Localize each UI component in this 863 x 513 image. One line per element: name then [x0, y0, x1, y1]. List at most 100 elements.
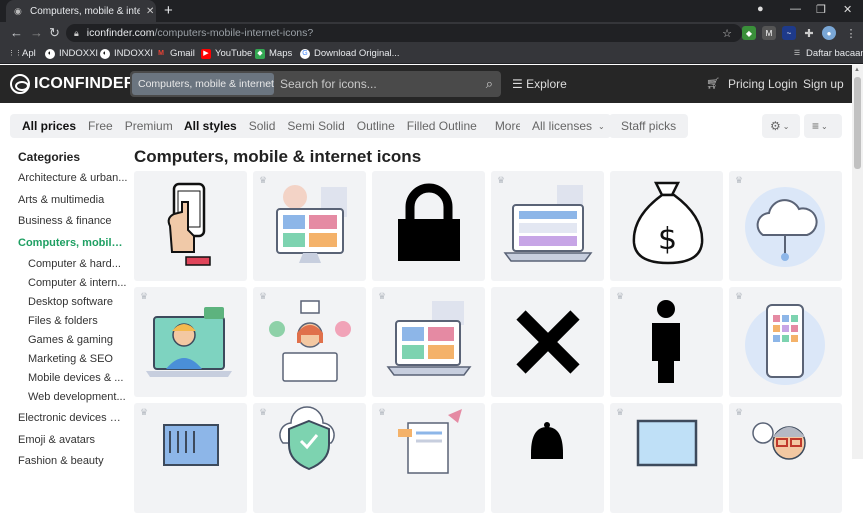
back-icon[interactable]: ← [10, 25, 23, 40]
profile-menu-icon[interactable]: ● [757, 3, 764, 15]
iconfinder-logo[interactable]: ICONFINDER [10, 74, 136, 94]
subcategory-item[interactable]: Desktop software [18, 296, 128, 315]
settings-dropdown[interactable]: ⚙ ⌄ [762, 114, 800, 138]
browser-toolbar: ← → ↻ 🔒︎ iconfinder.com /computers-mobil… [0, 22, 863, 44]
icon-tile[interactable] [372, 171, 485, 281]
category-item[interactable]: Business & finance [18, 215, 128, 237]
icon-tile[interactable] [491, 403, 604, 513]
category-select[interactable]: Computers, mobile & internet▾ [132, 73, 274, 95]
icon-tile[interactable] [134, 171, 247, 281]
subcategory-item[interactable]: Marketing & SEO [18, 353, 128, 372]
tab-close-icon[interactable]: ✕ [146, 6, 154, 17]
filter-premium[interactable]: Premium [125, 119, 173, 133]
icon-tile[interactable]: ♛ [372, 403, 485, 513]
bookmark-apps[interactable]: ⋮⋮ Apl [8, 48, 36, 59]
profile-avatar-icon[interactable]: ● [822, 26, 836, 40]
minimize-icon[interactable]: — [790, 3, 801, 15]
filter-free[interactable]: Free [88, 119, 113, 133]
address-bar[interactable]: 🔒︎ iconfinder.com /computers-mobile-inte… [66, 24, 742, 42]
icon-tile[interactable]: ♛ [134, 287, 247, 397]
logo-eye-icon [10, 74, 30, 94]
browser-tab[interactable]: ◉ Computers, mobile & internet ic ✕ [6, 0, 156, 22]
icon-tile[interactable] [491, 287, 604, 397]
filter-filled-outline[interactable]: Filled Outline [407, 119, 477, 133]
pricing-link[interactable]: Pricing [728, 77, 765, 91]
icon-tile[interactable]: ♛ [372, 287, 485, 397]
login-link[interactable]: Login [768, 77, 797, 91]
scroll-up-icon[interactable]: ▲ [854, 67, 860, 73]
icon-tile[interactable]: ♛ [729, 171, 842, 281]
filter-semi-solid[interactable]: Semi Solid [287, 119, 344, 133]
subcategory-item[interactable]: Computer & hard... [18, 258, 128, 277]
subcategory-item[interactable]: Mobile devices & ... [18, 372, 128, 391]
filter-solid[interactable]: Solid [249, 119, 276, 133]
icon-tile[interactable]: ♛ [253, 403, 366, 513]
icon-tile[interactable]: ♛ [729, 403, 842, 513]
filter-all-styles[interactable]: All styles [184, 119, 237, 133]
reload-icon[interactable]: ↻ [49, 25, 60, 41]
subcategory-item[interactable]: Games & gaming [18, 334, 128, 353]
subcategory-item[interactable]: Files & folders [18, 315, 128, 334]
forward-icon[interactable]: → [30, 25, 43, 40]
desktop-monitor-icon [276, 185, 347, 263]
category-item[interactable]: Emoji & avatars [18, 434, 128, 456]
bookmark-youtube[interactable]: ▶ YouTube [201, 48, 252, 59]
avatar-glasses-icon [752, 422, 806, 460]
icon-tile[interactable]: $ [610, 171, 723, 281]
icon-tile[interactable]: ♛ [610, 287, 723, 397]
lock-icon: 🔒︎ [74, 27, 79, 38]
category-item[interactable]: Fashion & beauty [18, 455, 128, 477]
bookmark-download[interactable]: G Download Original... [300, 48, 400, 59]
tab-title: Computers, mobile & internet ic [30, 5, 140, 17]
search-input[interactable] [280, 74, 470, 94]
bookmarks-bar: ⋮⋮ Apl ◐ INDOXXI ◐ INDOXXI M Gmail ▶ YouTube … [0, 44, 863, 64]
bookmark-star-icon[interactable]: ☆ [722, 27, 732, 40]
apps-grid-icon: ⋮⋮ [8, 49, 22, 57]
browser-tab-bar: ◉ Computers, mobile & internet ic ✕ + ● … [0, 0, 863, 22]
sort-dropdown[interactable]: ≡ ⌄ [804, 114, 842, 138]
scrollbar-thumb[interactable] [854, 77, 861, 169]
licenses-filter[interactable]: All licenses ⌄ [520, 114, 611, 138]
new-tab-icon[interactable]: + [164, 2, 173, 19]
search-icon[interactable]: ⌕ [486, 76, 493, 92]
bookmark-maps[interactable]: ◆ Maps [255, 48, 292, 59]
browser-menu-icon[interactable]: ⋮ [844, 26, 858, 40]
video-chat-icon [146, 307, 232, 377]
extensions-puzzle-icon[interactable]: ✚ [802, 26, 816, 40]
icon-tile[interactable]: ♛ [491, 171, 604, 281]
staff-picks-filter[interactable]: Staff picks [609, 114, 689, 138]
icon-tile[interactable]: ♛ [729, 287, 842, 397]
icon-tile[interactable]: ♛ [253, 287, 366, 397]
subcategory-item[interactable]: Computer & intern... [18, 277, 128, 296]
site-header: ICONFINDER Computers, mobile & internet▾… [0, 65, 852, 103]
signup-link[interactable]: Sign up [803, 77, 844, 91]
page-title: Computers, mobile & internet icons [134, 147, 422, 166]
explore-menu[interactable]: ☰ Explore [512, 77, 567, 91]
window-close-icon[interactable]: ✕ [843, 3, 852, 16]
category-item[interactable]: Arts & multimedia [18, 194, 128, 216]
chevron-down-icon: ⌄ [821, 121, 828, 131]
monitor-icon [636, 419, 698, 467]
extension-icon[interactable]: ◆ [742, 26, 756, 40]
category-item[interactable]: Architecture & urban... [18, 172, 128, 194]
extension-wave-icon[interactable]: ~ [782, 26, 796, 40]
category-item[interactable]: Electronic devices & ... [18, 412, 128, 434]
maps-icon: ◆ [255, 48, 265, 59]
cart-icon[interactable]: 🛒︎ [706, 77, 720, 90]
bookmark-indoxxi-1[interactable]: ◐ INDOXXI [45, 48, 98, 59]
filter-outline[interactable]: Outline [357, 119, 395, 133]
category-item-active[interactable]: Computers, mobile ... [18, 237, 128, 259]
reading-list-icon: ☰ [793, 49, 801, 57]
icon-tile[interactable]: ♛ [134, 403, 247, 513]
page-scrollbar[interactable]: ▲ [852, 65, 863, 459]
icon-tile[interactable]: ♛ [610, 403, 723, 513]
reading-list[interactable]: ☰ Daftar bacaan [792, 48, 863, 59]
bookmark-indoxxi-2[interactable]: ◐ INDOXXI [100, 48, 153, 59]
bookmark-gmail[interactable]: M Gmail [156, 48, 195, 59]
icon-tile[interactable]: ♛ [253, 171, 366, 281]
extension-m-icon[interactable]: M [762, 26, 776, 40]
sort-icon: ≡ [812, 119, 820, 133]
maximize-icon[interactable]: ❐ [816, 3, 826, 16]
subcategory-item[interactable]: Web development... [18, 391, 128, 410]
filter-all-prices[interactable]: All prices [22, 119, 76, 133]
